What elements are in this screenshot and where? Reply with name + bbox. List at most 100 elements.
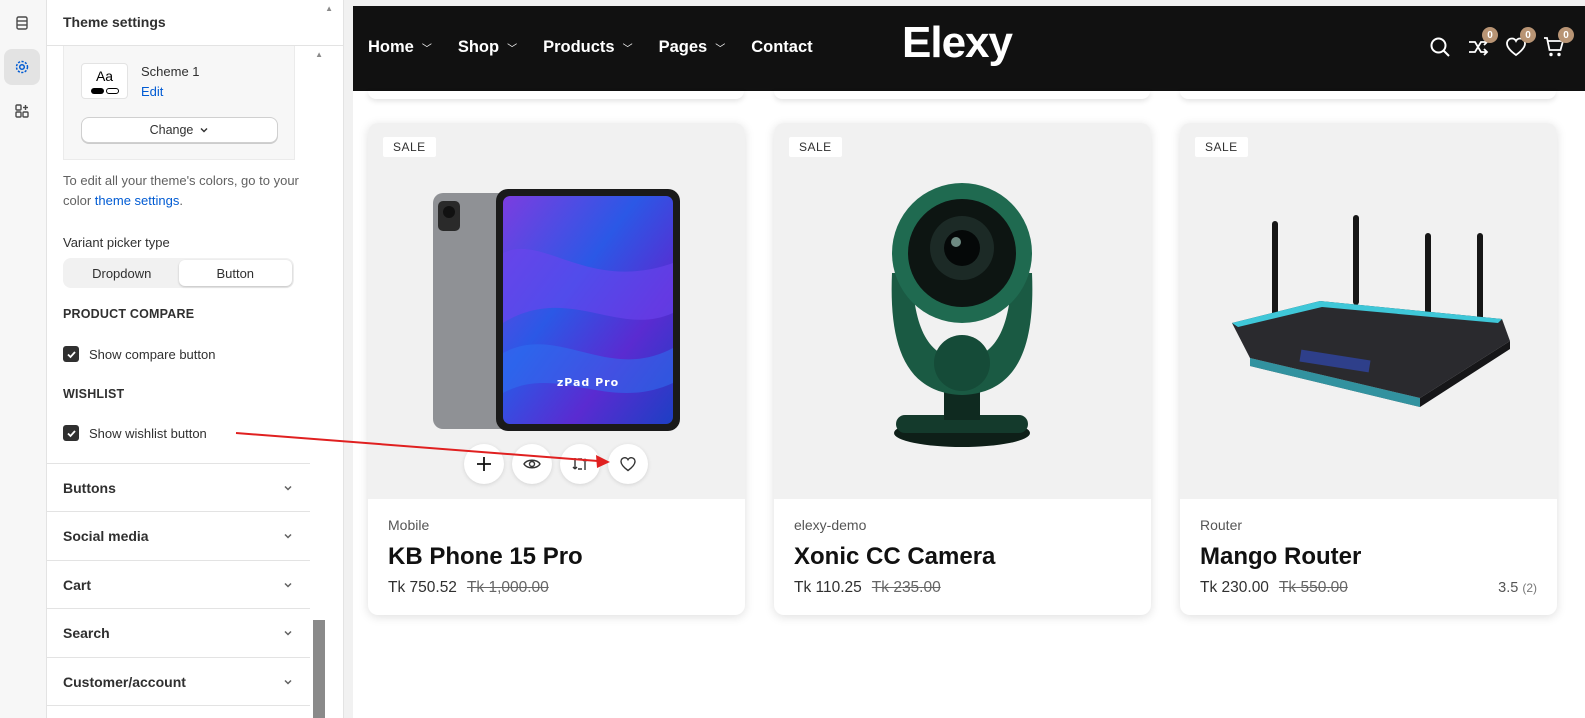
product-category: elexy-demo [794, 517, 867, 533]
header-icons: 0 0 0 [1429, 27, 1574, 58]
compare-at-price: Tk 1,000.00 [466, 579, 549, 596]
tablet-screen-label: zPad Pro [557, 376, 619, 389]
compare-icon[interactable]: 0 [1467, 27, 1498, 58]
chevron-down-icon [284, 679, 292, 685]
compare-icon[interactable] [560, 444, 600, 484]
nav-shop[interactable]: Shop ﹀ [458, 38, 517, 57]
theme-settings-link[interactable]: theme settings [95, 193, 180, 208]
nav-label: Contact [751, 38, 813, 56]
chevron-down-icon [284, 630, 292, 636]
sections-icon[interactable] [4, 5, 40, 41]
compare-count-badge: 0 [1482, 27, 1498, 43]
variant-option-button[interactable]: Button [178, 260, 292, 286]
chevron-down-icon: ﹀ [421, 44, 432, 55]
search-icon[interactable] [1429, 36, 1451, 58]
accordion-customer-account[interactable]: Customer/account [47, 657, 310, 705]
review-count: (2) [1522, 581, 1537, 595]
product-rating: 3.5 (2) [1498, 580, 1537, 596]
chevron-down-icon: ﹀ [622, 44, 633, 55]
accordion-label: Buttons [63, 479, 116, 496]
scheme-name: Scheme 1 [141, 64, 200, 79]
panel-title: Theme settings [47, 0, 343, 46]
product-name[interactable]: Xonic CC Camera [794, 543, 1131, 571]
nav-home[interactable]: Home ﹀ [368, 38, 432, 57]
compare-at-price: Tk 550.00 [1278, 579, 1348, 596]
wishlist-heart-icon[interactable] [608, 444, 648, 484]
product-image[interactable]: SALE [1180, 123, 1557, 499]
chevron-down-icon [284, 582, 292, 588]
rating-value: 3.5 [1498, 580, 1519, 596]
chevron-down-icon [284, 485, 292, 491]
sale-price: Tk 230.00 [1200, 579, 1269, 596]
add-to-cart-plus-icon[interactable] [464, 444, 504, 484]
router-image [1232, 215, 1510, 407]
product-card[interactable]: SALE elexy-demo Xonic CC Camera Tk 110.2… [774, 123, 1151, 615]
nav-contact[interactable]: Contact [751, 38, 812, 57]
theme-colors-hint: To edit all your theme's colors, go to y… [63, 171, 299, 211]
product-image[interactable]: SALE zPad Pro [368, 123, 745, 499]
tablet-image: zPad Pro [433, 189, 680, 431]
store-header: Home ﹀ Shop ﹀ Products ﹀ Pages ﹀ Contact Ele… [353, 6, 1585, 91]
wishlist-heart-icon[interactable]: 0 [1505, 27, 1536, 58]
checkmark-icon[interactable] [63, 346, 79, 362]
camera-image [891, 183, 1033, 447]
checkmark-icon[interactable] [63, 425, 79, 441]
sale-price: Tk 110.25 [794, 579, 862, 596]
scroll-up-arrow-icon[interactable]: ▲ [325, 4, 333, 13]
variant-option-dropdown[interactable]: Dropdown [65, 260, 179, 286]
chevron-down-icon [200, 128, 208, 133]
change-scheme-button[interactable]: Change [81, 117, 278, 143]
nav-label: Products [543, 38, 615, 56]
product-category: Router [1200, 517, 1243, 533]
product-info: Mobile KB Phone 15 Pro Tk 750.52 Tk 1,00… [368, 499, 745, 615]
variant-picker-label: Variant picker type [63, 235, 170, 250]
product-compare-heading: PRODUCT COMPARE [63, 307, 195, 321]
quick-view-eye-icon[interactable] [512, 444, 552, 484]
cart-icon[interactable]: 0 [1543, 27, 1574, 58]
store-preview: Home ﹀ Shop ﹀ Products ﹀ Pages ﹀ Contact Ele… [353, 6, 1585, 718]
nav-label: Pages [658, 38, 708, 56]
store-logo[interactable]: Elexy [902, 18, 1013, 68]
show-compare-label: Show compare button [89, 346, 216, 362]
product-name[interactable]: KB Phone 15 Pro [388, 543, 725, 571]
wishlist-count-badge: 0 [1520, 27, 1536, 43]
product-card[interactable]: SALE zPad Pro Mobile KB Phone 15 Pro Tk … [368, 123, 745, 615]
color-scheme-box: Aa Scheme 1 Edit Change [63, 46, 295, 160]
variant-picker-segmented: Dropdown Button [63, 258, 294, 288]
product-image[interactable]: SALE [774, 123, 1151, 499]
nav-label: Home [368, 38, 414, 56]
accordion-next[interactable] [47, 705, 310, 718]
chevron-down-icon [284, 533, 292, 539]
card-stub [774, 91, 1150, 99]
sale-price: Tk 750.52 [388, 579, 457, 596]
accordion-buttons[interactable]: Buttons [47, 463, 310, 511]
nav-label: Shop [457, 38, 500, 56]
accordion-label: Search [63, 624, 110, 641]
card-stub [1180, 91, 1556, 99]
show-compare-checkbox[interactable]: Show compare button [63, 346, 215, 362]
nav-products[interactable]: Products ﹀ [543, 38, 633, 57]
show-wishlist-checkbox[interactable]: Show wishlist button [63, 425, 207, 441]
accordion-cart[interactable]: Cart [47, 560, 310, 608]
accordion-social-media[interactable]: Social media [47, 511, 310, 559]
collapse-up-icon[interactable]: ▲ [315, 50, 323, 59]
accordion-label: Cart [63, 576, 92, 593]
product-category: Mobile [388, 517, 430, 533]
accordion-label: Customer/account [63, 673, 186, 690]
gear-icon[interactable] [4, 49, 40, 85]
scheme-swatch-light [106, 88, 119, 94]
card-actions [464, 444, 648, 484]
price-row: Tk 750.52 Tk 1,000.00 [388, 579, 725, 597]
scheme-swatch-dark [91, 88, 104, 94]
scheme-edit-link[interactable]: Edit [141, 84, 163, 99]
scheme-chip-text: Aa [95, 68, 114, 84]
wishlist-heading: WISHLIST [63, 387, 125, 401]
product-name[interactable]: Mango Router [1200, 543, 1537, 571]
product-card[interactable]: SALE Router Mango Router Tk 230.00 Tk 55… [1180, 123, 1557, 615]
price-row: Tk 230.00 Tk 550.00 3.5 (2) [1200, 579, 1537, 597]
nav-pages[interactable]: Pages ﹀ [659, 38, 726, 57]
settings-panel: Theme settings ▲ ▲ Aa Scheme 1 Edit Chan… [47, 0, 344, 718]
apps-icon[interactable] [4, 93, 40, 129]
panel-scrollbar[interactable] [313, 620, 325, 718]
accordion-search[interactable]: Search [47, 608, 310, 656]
